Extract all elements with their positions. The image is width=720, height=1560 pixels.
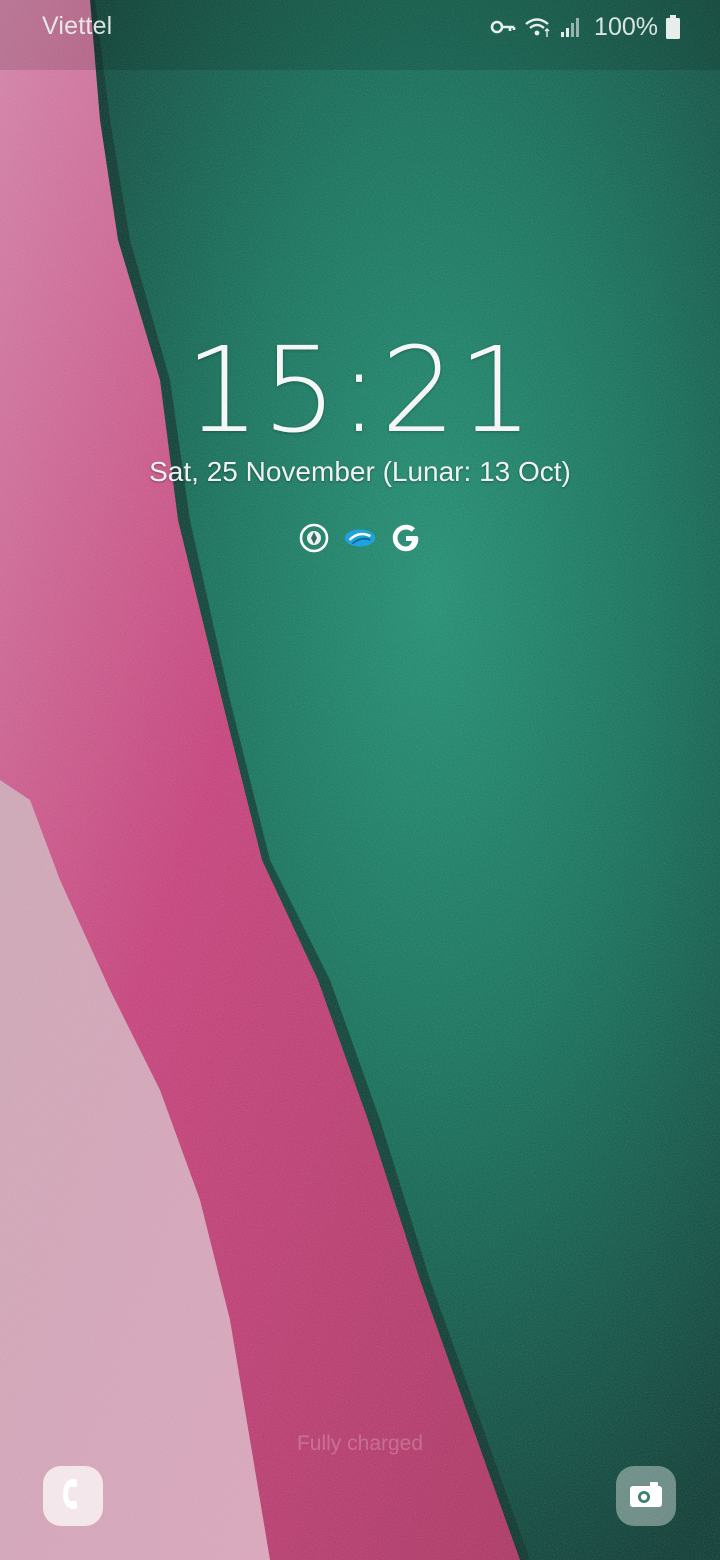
phone-icon (60, 1477, 86, 1516)
messaging-app-icon[interactable] (342, 520, 378, 556)
status-bar[interactable]: Viettel 100% (0, 0, 720, 56)
camera-icon (628, 1479, 664, 1514)
camera-shortcut-button[interactable] (616, 1466, 676, 1526)
charging-status: Fully charged (296, 1432, 424, 1455)
wallpaper (0, 0, 720, 1560)
battery-icon (666, 15, 680, 39)
phone-shortcut-button[interactable] (43, 1466, 103, 1526)
lock-date: Sat, 25 November (Lunar: 13 Oct) (149, 456, 571, 487)
signal-icon (560, 16, 580, 38)
carrier-name: Viettel (42, 12, 113, 40)
wifi-icon (524, 16, 552, 38)
status-icons: 100% (490, 12, 680, 42)
lock-clock: 15:21 (184, 321, 536, 459)
battery-percentage: 100% (594, 12, 658, 41)
lock-screen: Viettel 100% 15:21 Sat, 25 November (Lun… (0, 0, 720, 1560)
vpn-key-icon (490, 17, 516, 37)
compass-icon[interactable] (296, 520, 332, 556)
notification-icons[interactable] (0, 520, 720, 556)
google-icon[interactable] (388, 520, 424, 556)
